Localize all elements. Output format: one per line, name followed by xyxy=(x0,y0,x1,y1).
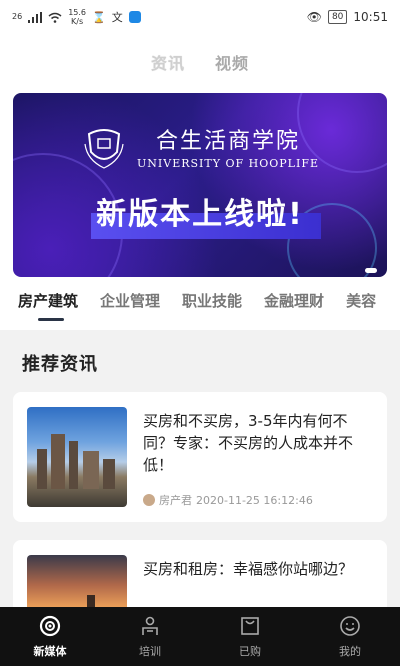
school-name-cn: 合生活商学院 xyxy=(155,129,300,154)
banner-headline: 新版本上线啦! xyxy=(96,197,304,232)
top-tabs: 资讯 视频 xyxy=(0,34,400,90)
network-type-label: 26 xyxy=(12,12,23,21)
nav-label: 我的 xyxy=(339,644,361,658)
category-tabs: 房产建筑 企业管理 职业技能 金融理财 美容 xyxy=(0,290,400,330)
article-card[interactable]: 买房和不买房，3-5年内有何不同？专家：不买房的人成本并不低！ 房产君 2020… xyxy=(13,392,387,522)
article-meta: 房产君 2020-11-25 16:12:46 xyxy=(143,492,313,508)
tab-news[interactable]: 资讯 xyxy=(151,50,185,74)
nav-label: 培训 xyxy=(139,644,161,658)
category-finance[interactable]: 金融理财 xyxy=(264,290,324,311)
profile-icon xyxy=(340,615,360,636)
school-name-en: UNIVERSITY OF HOOPLIFE xyxy=(137,157,319,170)
section-title: 推荐资讯 xyxy=(22,354,98,375)
category-beauty[interactable]: 美容 xyxy=(346,290,376,311)
article-title: 买房和不买房，3-5年内有何不同？专家：不买房的人成本并不低！ xyxy=(143,412,354,474)
category-skills[interactable]: 职业技能 xyxy=(182,290,242,311)
article-author: 房产君 xyxy=(159,494,192,507)
school-crest-icon xyxy=(84,128,124,169)
article-title: 买房和租房：幸福感你站哪边？ xyxy=(143,560,354,578)
nav-training[interactable]: 培训 xyxy=(100,607,200,666)
nav-purchased[interactable]: 已购 xyxy=(200,607,300,666)
bottom-navigation: 新媒体 培训 已购 我的 xyxy=(0,607,400,666)
hourglass-icon: ⌛ xyxy=(92,10,106,24)
eye-icon: 👁 xyxy=(306,10,322,24)
nav-label: 新媒体 xyxy=(33,644,67,658)
article-thumbnail xyxy=(27,407,127,507)
app-notification-icon xyxy=(128,11,141,23)
category-management[interactable]: 企业管理 xyxy=(100,290,160,311)
tab-video[interactable]: 视频 xyxy=(215,50,249,74)
clock: 10:51 xyxy=(353,10,388,24)
purchased-icon xyxy=(241,616,259,635)
training-icon xyxy=(142,616,158,635)
battery-indicator: 80 xyxy=(327,10,348,24)
article-time: 2020-11-25 16:12:46 xyxy=(196,493,313,507)
nav-profile[interactable]: 我的 xyxy=(300,607,400,666)
media-icon xyxy=(39,615,61,636)
wifi-icon xyxy=(48,12,62,23)
school-logo-row: 合生活商学院 UNIVERSITY OF HOOPLIFE xyxy=(13,123,387,170)
translate-icon: 文 xyxy=(111,11,123,24)
category-real-estate[interactable]: 房产建筑 xyxy=(18,290,78,321)
section-divider xyxy=(0,330,400,342)
network-speed: 15.6 K/s xyxy=(68,8,86,26)
banner-container: 合生活商学院 UNIVERSITY OF HOOPLIFE 新版本上线啦! xyxy=(0,90,400,290)
author-avatar xyxy=(143,494,155,506)
nav-media[interactable]: 新媒体 xyxy=(0,607,100,666)
promo-banner[interactable]: 合生活商学院 UNIVERSITY OF HOOPLIFE 新版本上线啦! xyxy=(13,93,387,277)
carousel-indicator xyxy=(365,268,377,273)
nav-label: 已购 xyxy=(239,644,261,658)
app-screen: 26 15.6 K/s ⌛ 文 👁 80 10:51 资讯 视频 合生活商学院 … xyxy=(0,0,400,666)
signal-icon xyxy=(28,11,43,23)
status-bar: 26 15.6 K/s ⌛ 文 👁 80 10:51 xyxy=(0,0,400,34)
